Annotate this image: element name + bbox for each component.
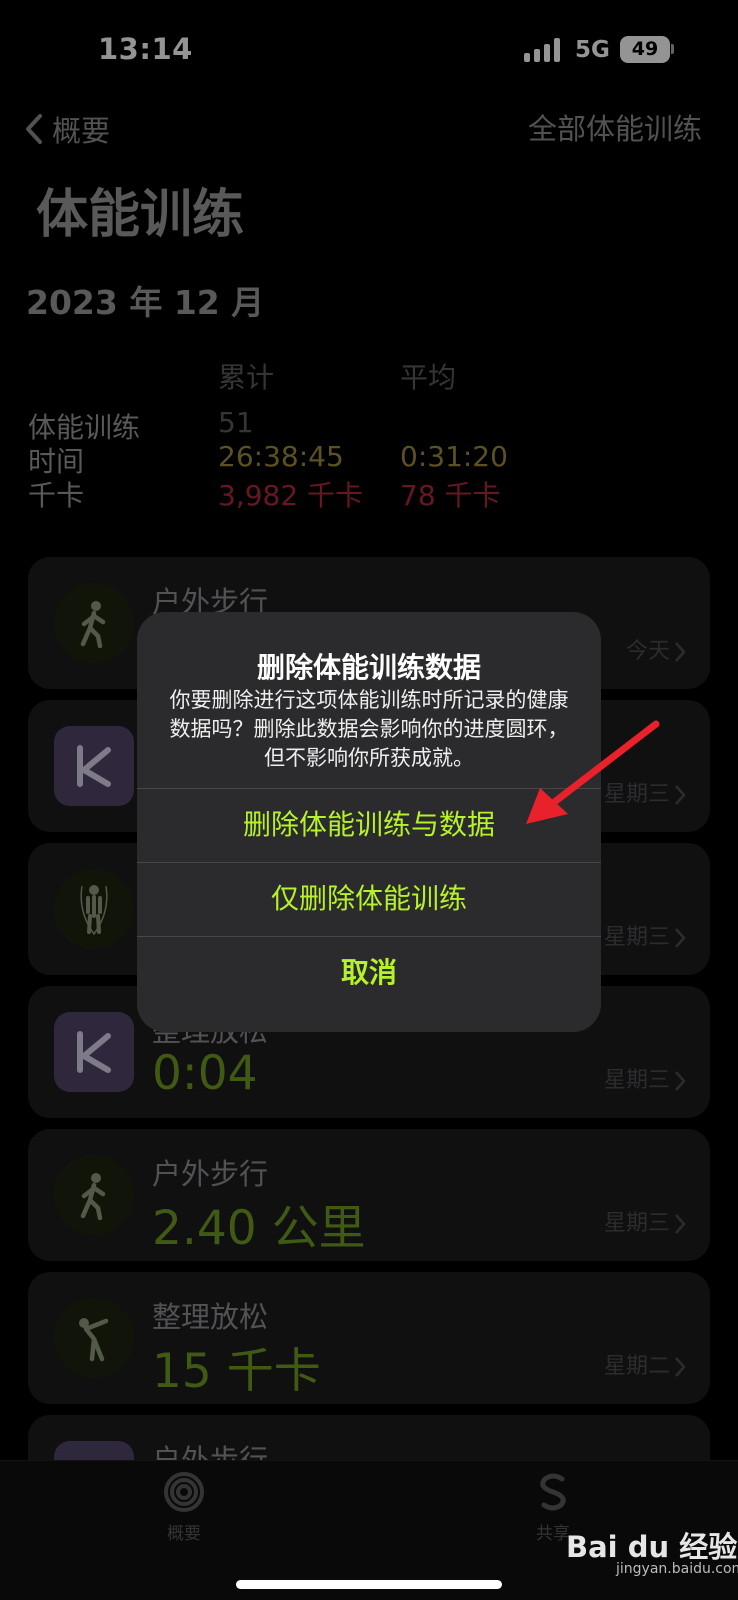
- dialog-title: 删除体能训练数据: [256, 651, 481, 684]
- baidu-watermark: Bai du 经验: [566, 1530, 738, 1564]
- delete-workout-only-button[interactable]: 仅删除体能训练: [137, 862, 601, 936]
- home-indicator: [236, 1580, 502, 1589]
- cancel-button[interactable]: 取消: [137, 936, 601, 1010]
- dialog-message: 你要删除进行这项体能训练时所记录的健康数据吗？删除此数据会影响你的进度圆环，但不…: [169, 688, 569, 770]
- red-annotation-arrow-icon: [526, 720, 660, 824]
- watermark-url: jingyan.baidu.com: [616, 1561, 738, 1577]
